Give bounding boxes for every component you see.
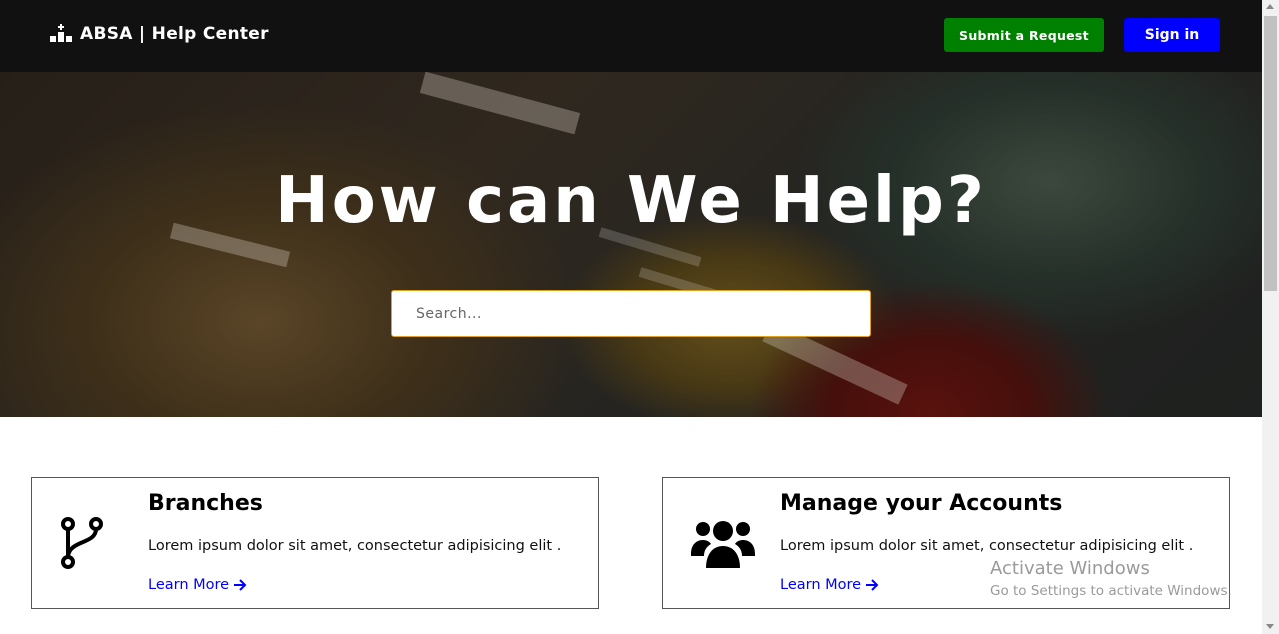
users-icon	[691, 521, 755, 568]
arrow-right-icon	[234, 579, 247, 591]
brand-logo-link[interactable]: ABSA | Help Center	[50, 24, 269, 44]
brand-title: ABSA | Help Center	[80, 24, 269, 44]
git-branch-icon	[61, 517, 103, 569]
card-description: Lorem ipsum dolor sit amet, consectetur …	[780, 538, 1194, 554]
learn-more-label: Learn More	[148, 577, 230, 593]
hero-banner: How can We Help?	[0, 72, 1262, 417]
scroll-up-arrow-icon[interactable]	[1266, 4, 1274, 9]
watermark-title: Activate Windows	[990, 558, 1150, 579]
card-description: Lorem ipsum dolor sit amet, consectetur …	[148, 538, 562, 554]
learn-more-label: Learn More	[780, 577, 862, 593]
watermark-subtitle: Go to Settings to activate Windows.	[990, 583, 1232, 599]
sign-in-button[interactable]: Sign in	[1124, 18, 1220, 52]
scrollbar-thumb[interactable]	[1264, 16, 1277, 291]
search-input[interactable]	[391, 290, 871, 337]
card-title: Branches	[148, 491, 263, 516]
activate-windows-watermark: Activate Windows Go to Settings to activ…	[990, 558, 1232, 599]
vertical-scrollbar[interactable]	[1262, 0, 1279, 634]
hero-heading: How can We Help?	[275, 164, 987, 238]
submit-request-button[interactable]: Submit a Request	[944, 18, 1104, 52]
scroll-down-arrow-icon[interactable]	[1266, 624, 1274, 629]
top-navbar: ABSA | Help Center Submit a Request Sign…	[0, 0, 1262, 72]
hero-background-image	[169, 72, 908, 405]
brand-icon	[50, 24, 72, 44]
learn-more-link[interactable]: Learn More	[148, 577, 247, 593]
arrow-right-icon	[866, 579, 879, 591]
card-title: Manage your Accounts	[780, 491, 1063, 516]
learn-more-link[interactable]: Learn More	[780, 577, 879, 593]
branches-card: Branches Lorem ipsum dolor sit amet, con…	[31, 477, 599, 609]
